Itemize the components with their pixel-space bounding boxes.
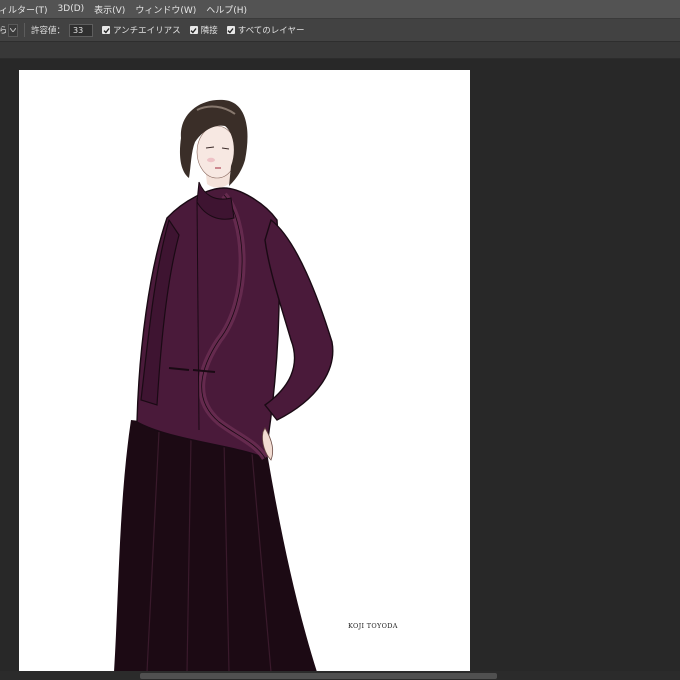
horizontal-scrollbar-thumb[interactable] — [140, 673, 497, 679]
chevron-down-icon — [10, 28, 16, 32]
checkmark-icon — [103, 27, 110, 34]
menu-3d[interactable]: 3D(D) — [53, 4, 90, 14]
fashion-illustration-icon — [114, 99, 334, 672]
tolerance-label: 許容値： — [31, 26, 66, 36]
contiguous-checkbox[interactable] — [189, 26, 198, 34]
menu-bar: ィルター(T) 3D(D) 表示(V) ウィンドウ(W) ヘルプ(H) — [0, 0, 680, 18]
antialias-label: アンチエイリアス — [113, 26, 181, 36]
menu-help[interactable]: ヘルプ(H) — [201, 3, 252, 16]
document-tab-strip — [0, 42, 680, 59]
all-layers-label: すべてのレイヤー — [237, 26, 305, 36]
all-layers-checkbox[interactable] — [226, 26, 235, 34]
artist-signature: KOJI TOYODA — [348, 622, 398, 630]
sample-size-fragment: ら — [0, 26, 6, 36]
menu-window[interactable]: ウィンドウ(W) — [130, 3, 201, 16]
menu-view[interactable]: 表示(V) — [89, 3, 130, 16]
document-canvas[interactable]: KOJI TOYODA — [19, 70, 470, 672]
antialias-checkbox[interactable] — [102, 26, 111, 34]
menu-filter[interactable]: ィルター(T) — [0, 3, 53, 16]
checkmark-icon — [227, 27, 234, 34]
checkmark-icon — [190, 27, 197, 34]
contiguous-label: 隣接 — [200, 26, 218, 36]
tolerance-input[interactable] — [69, 23, 94, 37]
options-bar: ら 許容値： アンチエイリアス 隣接 すべてのレイヤー — [0, 18, 680, 42]
options-divider — [24, 23, 25, 37]
sample-size-dropdown[interactable] — [8, 23, 18, 37]
